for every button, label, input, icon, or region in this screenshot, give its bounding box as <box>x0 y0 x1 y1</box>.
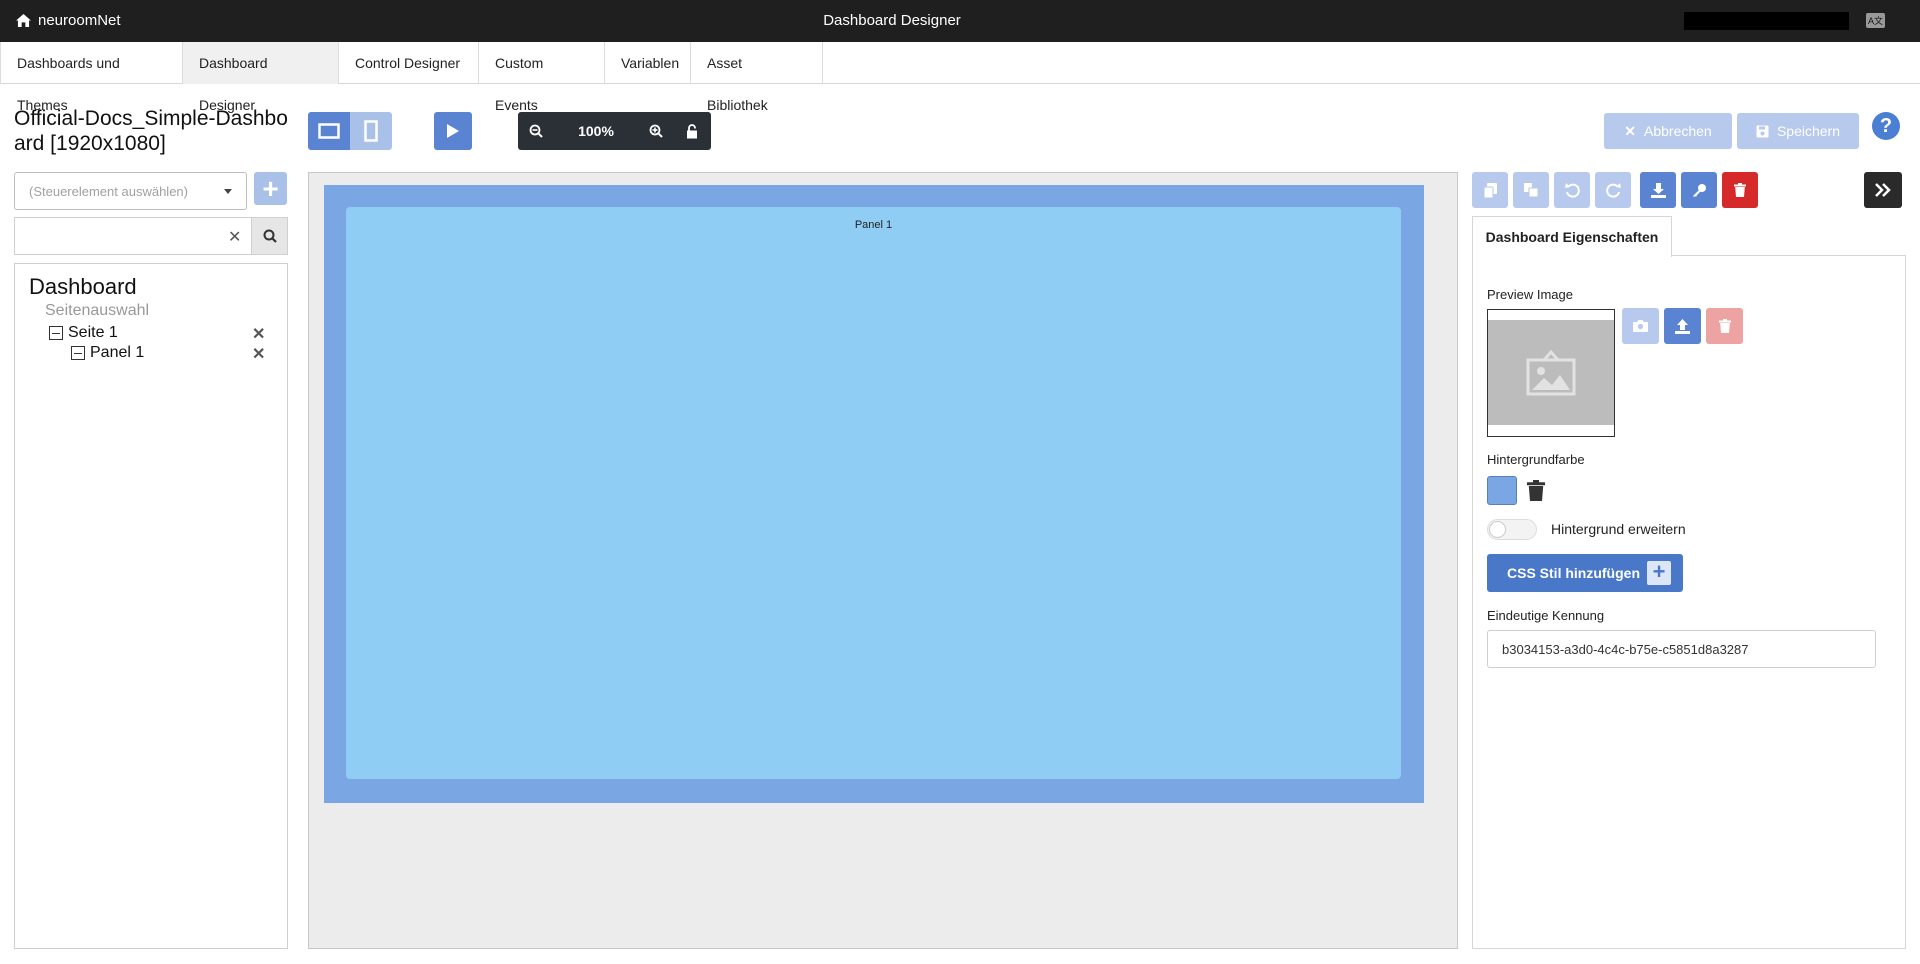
language-icon[interactable]: A文 <box>1866 13 1886 28</box>
trash-icon <box>1734 183 1746 197</box>
bg-color-label: Hintergrundfarbe <box>1487 452 1585 467</box>
extend-bg-label: Hintergrund erweitern <box>1551 521 1686 537</box>
search-input[interactable] <box>14 217 251 255</box>
download-icon <box>1650 182 1666 198</box>
add-control-button[interactable]: + <box>254 172 287 205</box>
panel-element[interactable]: Panel 1 <box>346 207 1401 779</box>
dashboard-title: Official-Docs_Simple-Dashboard [1920x108… <box>14 107 288 155</box>
preview-image-label: Preview Image <box>1487 287 1573 302</box>
undo-button[interactable] <box>1554 172 1590 208</box>
toggle-knob <box>1489 521 1506 538</box>
save-button[interactable]: Speichern <box>1737 113 1859 149</box>
download-button[interactable] <box>1640 172 1676 208</box>
zoom-toolbar: 100% <box>518 112 711 150</box>
tree-item-page[interactable]: Seite 1 <box>49 324 118 342</box>
top-bar: neuroomNet Dashboard Designer A文 <box>0 0 1920 42</box>
control-select[interactable]: (Steuerelement auswählen) <box>14 172 247 210</box>
save-label: Speichern <box>1776 123 1841 139</box>
panel-title: Panel 1 <box>854 219 893 231</box>
tree-item-panel[interactable]: Panel 1 <box>71 344 144 362</box>
upload-preview-button[interactable] <box>1664 308 1701 344</box>
double-chevron-right-icon <box>1875 183 1891 197</box>
lock-button[interactable] <box>674 112 710 150</box>
camera-icon <box>1633 320 1648 332</box>
upload-icon <box>1675 318 1690 334</box>
cancel-button[interactable]: ✕ Abbrechen <box>1604 113 1732 149</box>
element-tree: Dashboard Seitenauswahl Seite 1 ✕ Panel … <box>14 263 288 949</box>
tab-dashboard-eigenschaften[interactable]: Dashboard Eigenschaften <box>1472 216 1672 257</box>
extend-bg-toggle[interactable] <box>1487 519 1537 540</box>
preview-image <box>1487 309 1615 437</box>
app-title: Dashboard Designer <box>823 12 961 29</box>
copy-icon <box>1483 182 1497 198</box>
image-placeholder-icon <box>1526 349 1576 395</box>
cancel-label: Abbrechen <box>1644 123 1712 139</box>
zoom-in-icon <box>649 124 663 138</box>
undo-icon <box>1564 182 1580 198</box>
bg-color-trash-icon[interactable] <box>1527 480 1545 506</box>
tab-dashboards-und-themes[interactable]: Dashboards und Themes <box>0 42 183 113</box>
uid-field[interactable]: b3034153-a3d0-4c4c-b75e-c5851d8a3287 <box>1487 630 1876 668</box>
control-select-placeholder: (Steuerelement auswählen) <box>29 183 188 199</box>
landscape-icon <box>318 123 340 139</box>
chevron-down-icon <box>224 189 232 194</box>
plus-icon: + <box>1647 561 1671 585</box>
add-css-style-label: CSS Stil hinzufügen <box>1507 565 1640 581</box>
zoom-out-button[interactable] <box>518 112 554 150</box>
key-button[interactable] <box>1681 172 1717 208</box>
add-css-style-button[interactable]: CSS Stil hinzufügen + <box>1487 554 1683 592</box>
unlock-icon <box>687 123 697 138</box>
tree-page-select[interactable]: Seitenauswahl <box>45 302 149 320</box>
main-nav: Dashboards und Themes Dashboard Designer… <box>0 42 1920 113</box>
plus-icon: + <box>262 172 279 204</box>
zoom-in-button[interactable] <box>638 112 674 150</box>
paste-icon <box>1524 183 1538 197</box>
zoom-out-icon <box>529 124 543 138</box>
tab-custom-events[interactable]: Custom Events <box>479 42 605 113</box>
tree-item-page-label: Seite 1 <box>68 324 118 341</box>
tab-variablen[interactable]: Variablen <box>605 42 691 84</box>
search-icon <box>263 229 277 243</box>
trash-icon <box>1718 319 1731 333</box>
help-icon[interactable]: ? <box>1872 112 1900 140</box>
save-icon <box>1756 125 1769 137</box>
delete-preview-button[interactable] <box>1706 308 1743 344</box>
bg-color-swatch[interactable] <box>1487 476 1517 505</box>
play-icon <box>447 124 459 138</box>
key-icon <box>1692 183 1706 197</box>
delete-button[interactable] <box>1722 172 1758 208</box>
delete-page-icon[interactable]: ✕ <box>252 324 265 344</box>
user-menu[interactable] <box>1684 12 1849 30</box>
tree-root-dashboard[interactable]: Dashboard <box>29 274 137 300</box>
design-canvas[interactable]: Panel 1 <box>308 172 1458 949</box>
collapse-icon[interactable] <box>71 346 85 360</box>
dashboard-background[interactable]: Panel 1 <box>324 185 1424 803</box>
tab-asset-bibliothek[interactable]: Asset Bibliothek <box>691 42 823 113</box>
tab-control-designer[interactable]: Control Designer <box>339 42 479 84</box>
zoom-level: 100% <box>578 123 614 139</box>
clear-search-icon[interactable]: ✕ <box>228 227 241 247</box>
preview-play-button[interactable] <box>434 112 472 150</box>
redo-icon <box>1605 182 1621 198</box>
landscape-button[interactable] <box>308 112 350 150</box>
uid-label: Eindeutige Kennung <box>1487 608 1605 623</box>
collapse-panel-button[interactable] <box>1864 172 1902 208</box>
copy-button[interactable] <box>1472 172 1508 208</box>
close-icon: ✕ <box>1624 122 1636 139</box>
portrait-button[interactable] <box>350 112 392 150</box>
portrait-icon <box>364 120 378 142</box>
capture-preview-button[interactable] <box>1622 308 1659 344</box>
delete-panel-icon[interactable]: ✕ <box>252 344 265 364</box>
paste-button[interactable] <box>1513 172 1549 208</box>
tree-item-panel-label: Panel 1 <box>90 344 145 361</box>
tab-dashboard-designer[interactable]: Dashboard Designer <box>183 42 339 113</box>
redo-button[interactable] <box>1595 172 1631 208</box>
search-button[interactable] <box>251 217 288 255</box>
collapse-icon[interactable] <box>49 326 63 340</box>
